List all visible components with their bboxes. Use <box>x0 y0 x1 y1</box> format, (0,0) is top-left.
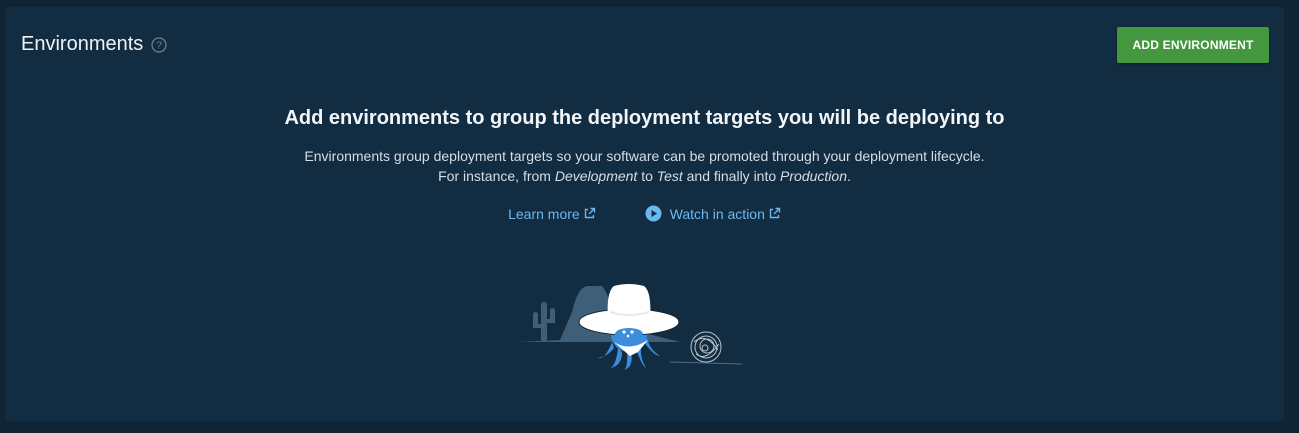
description-line-2: For instance, from Development to Test a… <box>5 166 1284 186</box>
empty-state-description: Environments group deployment targets so… <box>5 146 1284 186</box>
cactus-shape <box>533 302 555 342</box>
cowboy-octopus-illustration <box>518 284 743 370</box>
empty-state-headline: Add environments to group the deployment… <box>284 107 1005 129</box>
env-test: Test <box>656 168 683 184</box>
svg-text:?: ? <box>157 40 163 51</box>
learn-more-link[interactable]: Learn more <box>508 205 596 222</box>
help-icon[interactable]: ? <box>151 36 167 53</box>
line2-prefix: For instance, from <box>438 168 555 184</box>
line2-suffix: . <box>846 168 851 184</box>
environments-panel: Environments ? ADD ENVIRONMENT Add envir… <box>5 7 1284 421</box>
external-link-icon <box>584 207 595 219</box>
watch-in-action-link[interactable]: Watch in action <box>642 205 781 222</box>
learn-more-label: Learn more <box>508 205 580 222</box>
empty-state: Add environments to group the deployment… <box>5 107 1284 222</box>
env-development: Development <box>554 168 638 184</box>
add-environment-button[interactable]: ADD ENVIRONMENT <box>1117 27 1269 63</box>
line2-mid1: to <box>637 168 657 184</box>
play-icon <box>645 205 662 222</box>
watch-in-action-label: Watch in action <box>669 205 765 222</box>
env-production: Production <box>780 168 847 184</box>
page-header: Environments ? <box>21 33 167 56</box>
help-links: Learn more Watch in action <box>5 205 1284 222</box>
page-title: Environments <box>21 33 144 55</box>
description-line-1: Environments group deployment targets so… <box>304 148 985 164</box>
line2-mid2: and finally into <box>682 168 781 184</box>
external-link-icon <box>769 207 781 219</box>
tumbleweed-shape <box>690 331 722 363</box>
